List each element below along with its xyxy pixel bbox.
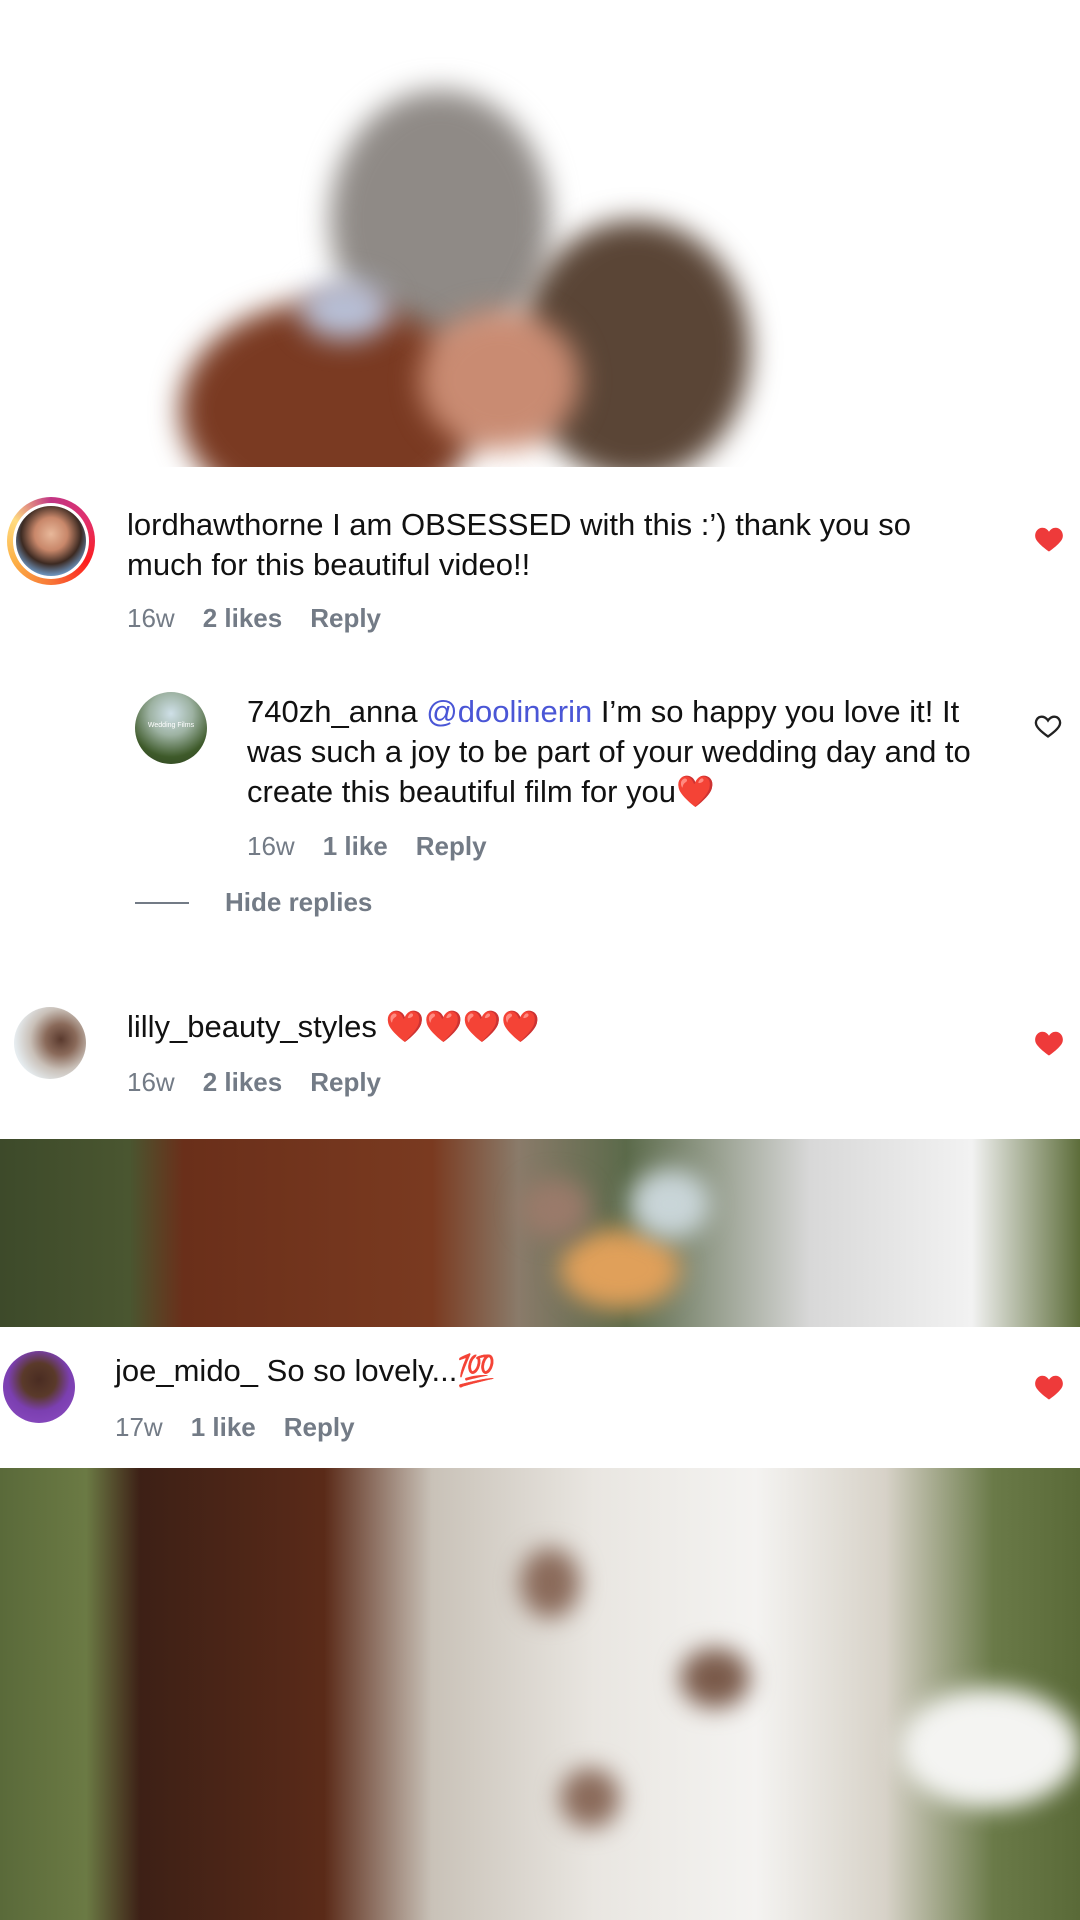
video-frame-bottom bbox=[0, 1468, 1080, 1920]
likes-count[interactable]: 1 like bbox=[191, 1412, 256, 1443]
mention-link[interactable]: @doolinerin bbox=[426, 694, 592, 729]
heart-filled-icon[interactable] bbox=[1034, 1373, 1064, 1401]
heart-filled-icon[interactable] bbox=[1034, 525, 1064, 553]
comment-body: lordhawthorne I am OBSESSED with this :’… bbox=[127, 505, 967, 585]
reply-740zh-anna: Wedding Films 740zh_anna @doolinerin I’m… bbox=[0, 677, 1080, 947]
comment-meta: 16w 1 like Reply bbox=[247, 831, 487, 862]
likes-count[interactable]: 2 likes bbox=[203, 1067, 283, 1098]
comment-text: So so lovely...💯 bbox=[258, 1353, 496, 1388]
username[interactable]: 740zh_anna bbox=[247, 694, 418, 729]
reply-button[interactable]: Reply bbox=[284, 1412, 355, 1443]
comment-lilly-beauty-styles: lilly_beauty_styles ❤️❤️❤️❤️ 16w 2 likes… bbox=[0, 947, 1080, 1139]
video-frame-top bbox=[0, 0, 1080, 467]
comment-meta: 17w 1 like Reply bbox=[115, 1412, 355, 1443]
hide-replies-button[interactable]: Hide replies bbox=[225, 887, 372, 918]
reply-button[interactable]: Reply bbox=[416, 831, 487, 862]
comment-meta: 16w 2 likes Reply bbox=[127, 603, 381, 634]
comment-joe-mido: joe_mido_ So so lovely...💯 17w 1 like Re… bbox=[0, 1327, 1080, 1468]
video-frame-middle bbox=[0, 1139, 1080, 1327]
username[interactable]: lordhawthorne bbox=[127, 507, 323, 542]
comment-body: joe_mido_ So so lovely...💯 bbox=[115, 1351, 965, 1391]
avatar[interactable] bbox=[13, 503, 89, 579]
avatar[interactable] bbox=[14, 1007, 86, 1079]
timestamp: 16w bbox=[247, 831, 295, 861]
timestamp: 16w bbox=[127, 1067, 175, 1097]
likes-count[interactable]: 1 like bbox=[323, 831, 388, 862]
username[interactable]: lilly_beauty_styles bbox=[127, 1009, 377, 1044]
reply-button[interactable]: Reply bbox=[310, 1067, 381, 1098]
timestamp: 17w bbox=[115, 1412, 163, 1442]
comment-body: 740zh_anna @doolinerin I’m so happy you … bbox=[247, 692, 1007, 812]
likes-count[interactable]: 2 likes bbox=[203, 603, 283, 634]
comment-lordhawthorne: lordhawthorne I am OBSESSED with this :’… bbox=[0, 467, 1080, 677]
avatar[interactable]: Wedding Films bbox=[135, 692, 207, 764]
replies-divider bbox=[135, 902, 189, 904]
avatar-logo-text: Wedding Films bbox=[147, 722, 195, 729]
comment-text: ❤️❤️❤️❤️ bbox=[376, 1009, 540, 1044]
reply-button[interactable]: Reply bbox=[310, 603, 381, 634]
timestamp: 16w bbox=[127, 603, 175, 633]
heart-outline-icon[interactable] bbox=[1034, 713, 1062, 739]
username[interactable]: joe_mido_ bbox=[115, 1353, 258, 1388]
comment-meta: 16w 2 likes Reply bbox=[127, 1067, 381, 1098]
heart-filled-icon[interactable] bbox=[1034, 1029, 1064, 1057]
avatar[interactable] bbox=[3, 1351, 75, 1423]
comment-body: lilly_beauty_styles ❤️❤️❤️❤️ bbox=[127, 1007, 967, 1047]
